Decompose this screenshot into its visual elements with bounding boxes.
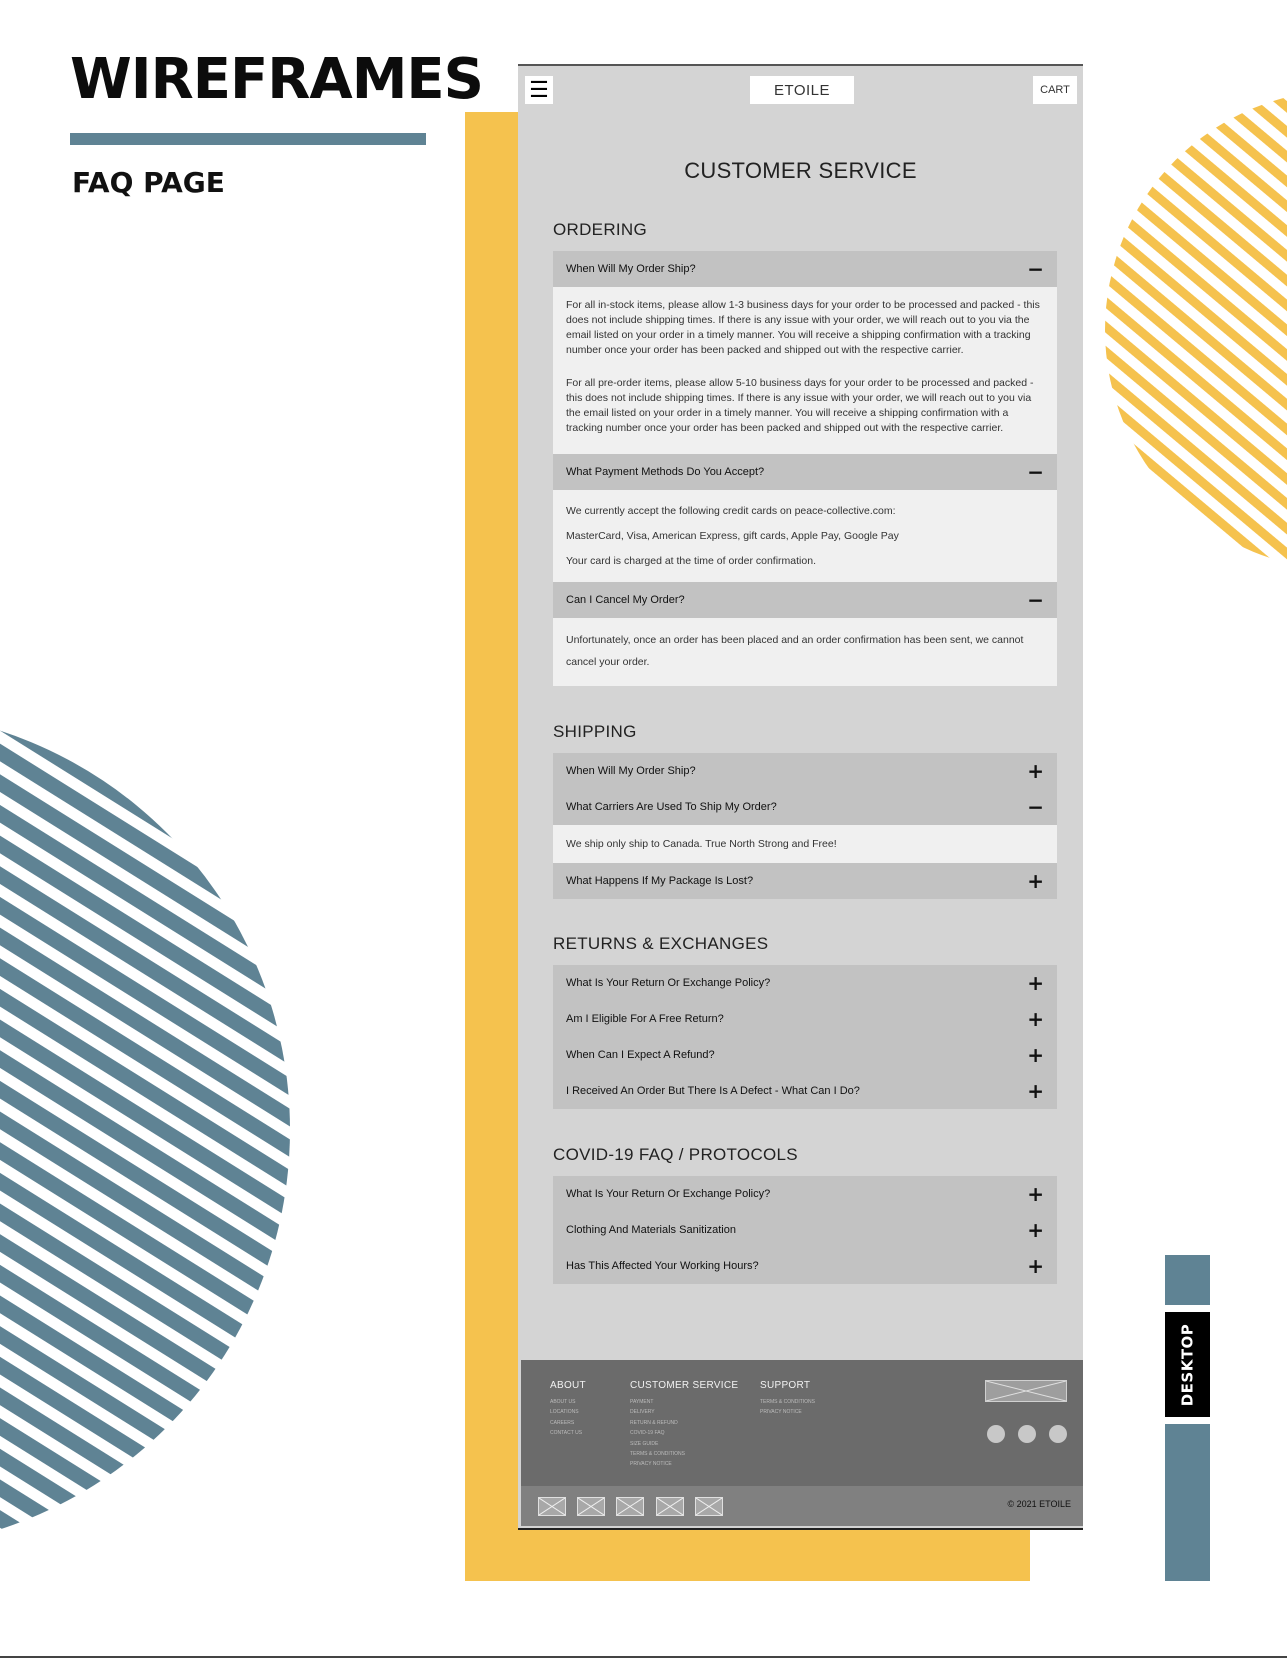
- footer-column-support: SUPPORT TERMS & CONDITIONS PRIVACY NOTIC…: [760, 1380, 815, 1418]
- menu-button[interactable]: ☰: [525, 76, 553, 104]
- site-footer: ABOUT ABOUT US LOCATIONS CAREERS CONTACT…: [521, 1360, 1083, 1486]
- faq-question-working-hours[interactable]: Has This Affected Your Working Hours? +: [553, 1248, 1057, 1284]
- faq-wireframe-frame: ☰ ETOILE CART CUSTOMER SERVICE ORDERING …: [518, 64, 1083, 1530]
- faq-question-return-policy[interactable]: What Is Your Return Or Exchange Policy? …: [553, 965, 1057, 1001]
- payment-method-icon: [616, 1497, 644, 1516]
- footer-link[interactable]: CONTACT US: [550, 1428, 586, 1438]
- footer-column-about: ABOUT ABOUT US LOCATIONS CAREERS CONTACT…: [550, 1380, 586, 1439]
- section-title-covid: COVID-19 FAQ / PROTOCOLS: [553, 1145, 798, 1164]
- plus-icon: +: [1027, 1218, 1044, 1242]
- faq-question-payment-methods[interactable]: What Payment Methods Do You Accept? −: [553, 454, 1057, 490]
- faq-question-lost-package[interactable]: What Happens If My Package Is Lost? +: [553, 863, 1057, 899]
- footer-logo-placeholder: [985, 1380, 1067, 1402]
- hamburger-menu-icon: ☰: [529, 77, 549, 102]
- footer-link[interactable]: TERMS & CONDITIONS: [630, 1449, 738, 1459]
- plus-icon: +: [1027, 1043, 1044, 1067]
- footer-link[interactable]: COVID-19 FAQ: [630, 1428, 738, 1438]
- footer-link[interactable]: CAREERS: [550, 1418, 586, 1428]
- payment-method-icon: [656, 1497, 684, 1516]
- title-underline: [70, 133, 426, 145]
- faq-question-cancel-order[interactable]: Can I Cancel My Order? −: [553, 582, 1057, 618]
- site-logo[interactable]: ETOILE: [750, 76, 854, 104]
- faq-question-order-ship[interactable]: When Will My Order Ship? −: [553, 251, 1057, 287]
- side-accent-bar-top: [1165, 1255, 1210, 1305]
- faq-question-shipping-when[interactable]: When Will My Order Ship? +: [553, 753, 1057, 789]
- section-title-returns: RETURNS & EXCHANGES: [553, 934, 769, 953]
- section-title-ordering: ORDERING: [553, 220, 648, 239]
- view-tab-desktop: DESKTOP: [1165, 1312, 1210, 1417]
- faq-question-carriers[interactable]: What Carriers Are Used To Ship My Order?…: [553, 789, 1057, 825]
- striped-circle-blue-decoration: [0, 730, 290, 1530]
- plus-icon: +: [1027, 1079, 1044, 1103]
- footer-link[interactable]: DELIVERY: [630, 1407, 738, 1417]
- payment-method-icon: [577, 1497, 605, 1516]
- plus-icon: +: [1027, 1182, 1044, 1206]
- faq-question-sanitization[interactable]: Clothing And Materials Sanitization +: [553, 1212, 1057, 1248]
- minus-icon: −: [1027, 588, 1044, 612]
- plus-icon: +: [1027, 971, 1044, 995]
- plus-icon: +: [1027, 1007, 1044, 1031]
- faq-answer-payment-methods: We currently accept the following credit…: [553, 490, 1057, 582]
- accordion-ordering: When Will My Order Ship? − For all in-st…: [553, 251, 1057, 686]
- accordion-shipping: When Will My Order Ship? + What Carriers…: [553, 753, 1057, 899]
- footer-link[interactable]: PAYMENT: [630, 1397, 738, 1407]
- footer-column-customer-service: CUSTOMER SERVICE PAYMENT DELIVERY RETURN…: [630, 1380, 738, 1470]
- plus-icon: +: [1027, 869, 1044, 893]
- social-icon[interactable]: [1018, 1425, 1036, 1443]
- cart-button[interactable]: CART: [1033, 76, 1077, 104]
- document-subtitle: FAQ PAGE: [72, 166, 225, 199]
- faq-question-free-return[interactable]: Am I Eligible For A Free Return? +: [553, 1001, 1057, 1037]
- copyright-text: © 2021 ETOILE: [1007, 1499, 1071, 1509]
- minus-icon: −: [1027, 795, 1044, 819]
- accordion-covid: What Is Your Return Or Exchange Policy? …: [553, 1176, 1057, 1284]
- plus-icon: +: [1027, 1254, 1044, 1278]
- social-icon[interactable]: [987, 1425, 1005, 1443]
- minus-icon: −: [1027, 257, 1044, 281]
- faq-answer-cancel-order: Unfortunately, once an order has been pl…: [553, 618, 1057, 686]
- faq-answer-carriers: We ship only ship to Canada. True North …: [553, 825, 1057, 863]
- payment-method-icon: [695, 1497, 723, 1516]
- document-title: WIREFRAMES: [70, 47, 484, 112]
- section-title-shipping: SHIPPING: [553, 722, 637, 741]
- faq-answer-order-ship: For all in-stock items, please allow 1-3…: [553, 287, 1057, 454]
- footer-link[interactable]: SIZE GUIDE: [630, 1439, 738, 1449]
- footer-bar: © 2021 ETOILE: [521, 1486, 1083, 1526]
- faq-question-covid-return-policy[interactable]: What Is Your Return Or Exchange Policy? …: [553, 1176, 1057, 1212]
- side-accent-bar-bottom: [1165, 1424, 1210, 1581]
- plus-icon: +: [1027, 759, 1044, 783]
- footer-link[interactable]: LOCATIONS: [550, 1407, 586, 1417]
- page-heading: CUSTOMER SERVICE: [684, 158, 917, 183]
- faq-question-refund[interactable]: When Can I Expect A Refund? +: [553, 1037, 1057, 1073]
- footer-link[interactable]: PRIVACY NOTICE: [630, 1459, 738, 1469]
- payment-method-icon: [538, 1497, 566, 1516]
- footer-link[interactable]: PRIVACY NOTICE: [760, 1407, 815, 1417]
- faq-question-defect[interactable]: I Received An Order But There Is A Defec…: [553, 1073, 1057, 1109]
- footer-link[interactable]: ABOUT US: [550, 1397, 586, 1407]
- footer-link[interactable]: RETURN & REFUND: [630, 1418, 738, 1428]
- page-bottom-rule: [0, 1656, 1287, 1658]
- footer-link[interactable]: TERMS & CONDITIONS: [760, 1397, 815, 1407]
- accordion-returns: What Is Your Return Or Exchange Policy? …: [553, 965, 1057, 1109]
- minus-icon: −: [1027, 460, 1044, 484]
- striped-circle-yellow-decoration: [1105, 97, 1287, 563]
- social-icon[interactable]: [1049, 1425, 1067, 1443]
